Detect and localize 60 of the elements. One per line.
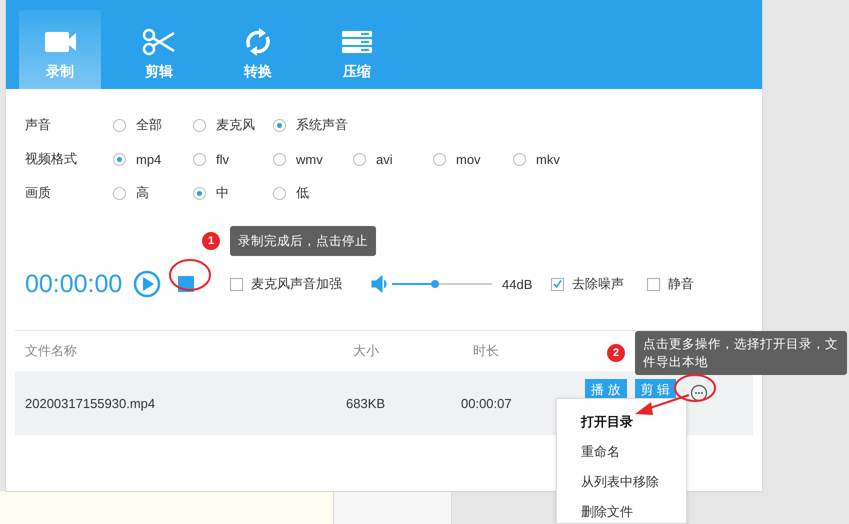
menu-item[interactable]: 重命名 xyxy=(557,437,686,467)
highlight-circle xyxy=(673,373,717,403)
slider-thumb[interactable] xyxy=(431,280,439,288)
scissors-icon xyxy=(142,27,176,57)
timer-text: 00:00:00 xyxy=(25,270,124,298)
option-label: 全部 xyxy=(136,116,162,134)
option-label: wmv xyxy=(296,152,323,166)
tab[interactable]: 压缩 xyxy=(316,10,398,89)
tab[interactable]: 剪辑 xyxy=(118,10,200,89)
radio-button[interactable] xyxy=(113,118,126,132)
speaker-icon xyxy=(370,275,388,293)
column-header: 时长 xyxy=(473,342,500,360)
volume-reading: 44dB xyxy=(502,276,534,292)
tooltip: 点击更多操作，选择打开目录，文件导出本地 xyxy=(635,331,847,375)
menu-item[interactable]: 打开目录 xyxy=(557,407,686,437)
radio-button[interactable] xyxy=(273,118,286,132)
more-icon[interactable] xyxy=(690,384,708,402)
radio-button[interactable] xyxy=(193,186,206,200)
checkbox[interactable] xyxy=(230,278,243,290)
column-header: 大小 xyxy=(353,342,380,360)
setting-label: 画质 xyxy=(25,184,52,202)
checkbox[interactable] xyxy=(647,278,660,290)
action-button[interactable]: 播 放 xyxy=(585,378,627,400)
radio-button[interactable] xyxy=(353,152,366,166)
column-header: 文件名称 xyxy=(25,342,78,360)
option-label: flv xyxy=(216,152,229,166)
table-cell-text: 20200317155930.mp4 xyxy=(25,396,156,410)
play-icon xyxy=(133,270,161,298)
radio-button[interactable] xyxy=(193,152,206,166)
menu-item[interactable]: 删除文件 xyxy=(557,497,686,524)
radio-button[interactable] xyxy=(433,152,446,166)
option-label: 高 xyxy=(136,184,149,202)
table-cell-text: 683KB xyxy=(346,396,386,410)
highlight-circle xyxy=(168,258,212,292)
radio-button[interactable] xyxy=(273,186,286,200)
setting-label: 声音 xyxy=(25,116,52,134)
radio-button[interactable] xyxy=(113,152,126,166)
radio-button[interactable] xyxy=(113,186,126,200)
option-label: mp4 xyxy=(136,152,162,166)
option-label: 低 xyxy=(296,184,309,202)
option-label: 系统声音 xyxy=(296,116,348,134)
radio-button[interactable] xyxy=(193,118,206,132)
radio-button[interactable] xyxy=(273,152,286,166)
checkbox[interactable] xyxy=(551,278,564,290)
checkbox-label: 去除噪声 xyxy=(572,275,624,293)
table-cell-text: 00:00:07 xyxy=(461,396,513,410)
menu-item[interactable]: 从列表中移除 xyxy=(557,467,686,497)
option-label: avi xyxy=(376,152,393,166)
setting-label: 视频格式 xyxy=(25,150,78,168)
checkbox-label: 静音 xyxy=(668,275,694,293)
option-label: mov xyxy=(456,152,481,166)
option-label: 中 xyxy=(216,184,229,202)
action-button[interactable]: 剪 辑 xyxy=(634,378,676,400)
tab[interactable]: 录制 xyxy=(19,10,101,89)
checkbox-label: 麦克风声音加强 xyxy=(251,275,342,293)
radio-button[interactable] xyxy=(513,152,526,166)
option-label: 麦克风 xyxy=(216,116,255,134)
option-label: mkv xyxy=(536,152,560,166)
tooltip: 录制完成后，点击停止 xyxy=(230,226,376,256)
tab[interactable]: 转换 xyxy=(217,10,299,89)
